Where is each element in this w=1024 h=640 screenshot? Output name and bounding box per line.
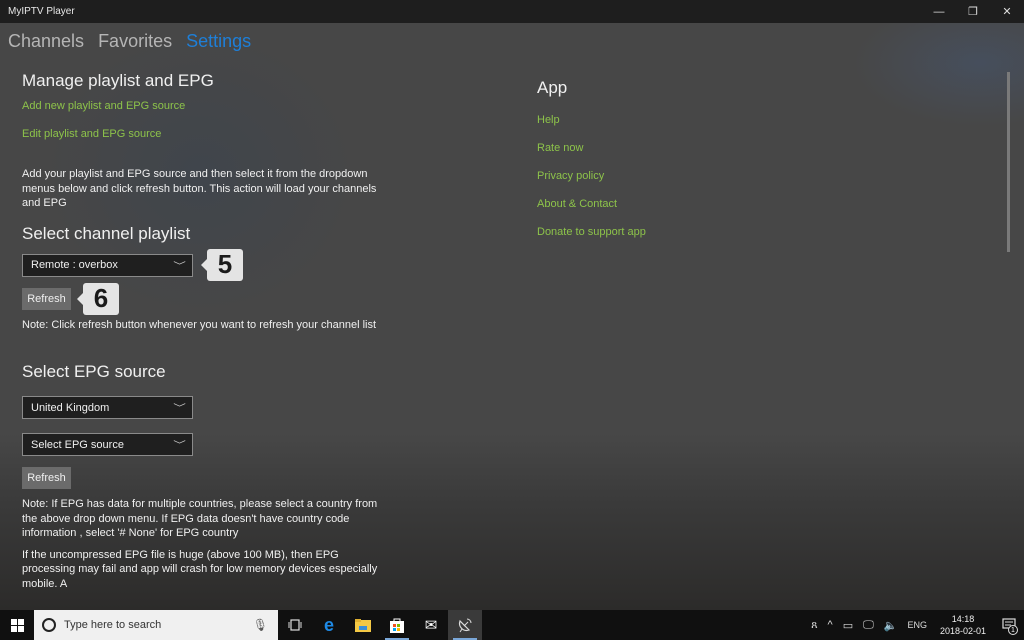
tab-channels[interactable]: Channels	[8, 31, 84, 52]
notification-count: 1	[1008, 625, 1018, 635]
manage-description: Add your playlist and EPG source and the…	[22, 168, 377, 209]
mail-button[interactable]: ✉	[414, 610, 448, 640]
search-placeholder: Type here to search	[64, 619, 162, 631]
task-view-icon	[288, 619, 302, 631]
manage-section-title: Manage playlist and EPG	[22, 71, 214, 90]
mail-icon: ✉	[424, 617, 438, 634]
epg-country-value: United Kingdom	[31, 401, 110, 414]
chevron-down-icon: ﹀	[173, 440, 186, 450]
edit-playlist-link[interactable]: Edit playlist and EPG source	[22, 128, 382, 140]
maximize-button[interactable]: ❐	[956, 0, 990, 23]
satellite-dish-icon	[458, 618, 472, 633]
close-button[interactable]: ✕	[990, 0, 1024, 23]
epg-source-dropdown[interactable]: Select EPG source ﹀	[22, 433, 193, 456]
privacy-policy-link[interactable]: Privacy policy	[537, 170, 837, 182]
callout-badge: 5	[201, 248, 243, 281]
title-bar: MyIPTV Player — ❐ ✕	[0, 0, 1024, 23]
tab-favorites[interactable]: Favorites	[98, 31, 172, 52]
volume-icon[interactable]: 🔈	[879, 619, 903, 632]
edge-icon: e	[323, 614, 334, 635]
minimize-icon: —	[933, 5, 945, 18]
rate-now-link[interactable]: Rate now	[537, 142, 837, 154]
about-contact-link[interactable]: About & Contact	[537, 198, 837, 210]
microphone-icon[interactable]: 🎙	[253, 618, 268, 632]
chevron-down-icon: ﹀	[173, 260, 186, 271]
maximize-icon: ❐	[968, 6, 978, 18]
epg-source-value: Select EPG source	[31, 438, 124, 451]
taskbar: Type here to search 🎙 e ✉ ጸ ^ ▭ 🖵 🔈 ENG …	[0, 610, 1024, 640]
store-button[interactable]	[380, 610, 414, 640]
file-explorer-button[interactable]	[346, 610, 380, 640]
help-link[interactable]: Help	[537, 114, 837, 126]
language-indicator[interactable]: ENG	[902, 620, 932, 630]
epg-note: Note: If EPG has data for multiple count…	[22, 498, 378, 539]
vertical-scrollbar[interactable]	[1007, 72, 1010, 252]
people-icon[interactable]: ጸ	[806, 619, 822, 632]
system-tray: ጸ ^ ▭ 🖵 🔈 ENG 14:18 2018-02-01 1	[806, 610, 1024, 640]
network-icon[interactable]: 🖵	[858, 619, 879, 632]
playlist-dropdown[interactable]: Remote : overbox ﹀	[22, 253, 193, 277]
epg-size-warning: If the uncompressed EPG file is huge (ab…	[22, 548, 378, 590]
callout-badge: 6	[77, 282, 119, 315]
edge-button[interactable]: e	[312, 610, 346, 640]
myiptv-taskbar-button[interactable]	[448, 610, 482, 640]
app-section-title: App	[537, 78, 568, 97]
clock-time: 14:18	[951, 614, 975, 624]
epg-country-dropdown[interactable]: United Kingdom ﹀	[22, 396, 193, 419]
taskbar-search-box[interactable]: Type here to search 🎙	[34, 610, 278, 640]
show-hidden-icons-chevron[interactable]: ^	[823, 619, 838, 631]
playlist-dropdown-value: Remote : overbox	[31, 259, 118, 271]
app-title: MyIPTV Player	[8, 6, 75, 17]
battery-icon[interactable]: ▭	[838, 619, 858, 632]
windows-logo-icon	[10, 618, 24, 632]
tab-settings[interactable]: Settings	[186, 31, 251, 52]
settings-right-column: App Help Rate now Privacy policy About &…	[537, 78, 837, 238]
epg-refresh-button[interactable]: Refresh	[22, 467, 71, 489]
epg-section-title: Select EPG source	[22, 362, 166, 381]
store-icon	[390, 618, 404, 633]
action-center-button[interactable]: 1	[994, 610, 1024, 640]
app-body: Channels Favorites Settings Manage playl…	[0, 23, 1024, 610]
playlist-note: Note: Click refresh button whenever you …	[22, 318, 377, 331]
chevron-down-icon: ﹀	[173, 403, 186, 413]
channel-playlist-title: Select channel playlist	[22, 223, 191, 243]
close-icon: ✕	[1002, 6, 1012, 18]
settings-left-column: Manage playlist and EPG Add new playlist…	[22, 71, 382, 591]
cortana-icon	[42, 618, 56, 632]
clock[interactable]: 14:18 2018-02-01	[932, 613, 994, 637]
donate-link[interactable]: Donate to support app	[537, 226, 837, 238]
clock-date: 2018-02-01	[939, 626, 986, 636]
minimize-button[interactable]: —	[922, 0, 956, 23]
add-playlist-link[interactable]: Add new playlist and EPG source	[22, 100, 382, 112]
folder-icon	[355, 618, 371, 632]
nav-tabs: Channels Favorites Settings	[8, 31, 251, 52]
start-button[interactable]	[0, 610, 34, 640]
playlist-refresh-button[interactable]: Refresh	[22, 287, 71, 310]
task-view-button[interactable]	[278, 610, 312, 640]
